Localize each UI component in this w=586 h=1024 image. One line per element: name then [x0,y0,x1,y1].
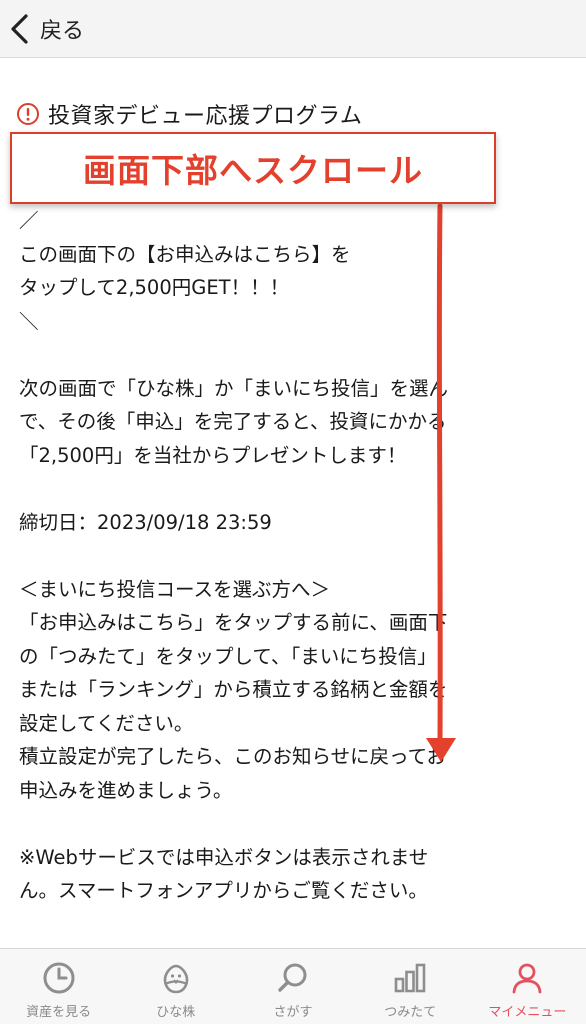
notice-line: タップして2,500円GET！！！ [19,276,290,299]
notice-line: 次の画面で「ひな株」か「まいにち投信」を選ん [19,376,449,400]
notice-line: 申込みを進めましょう。 [19,778,233,802]
notice-line: ＼ [19,309,39,333]
tab-hina[interactable]: ひな株 [117,949,234,1024]
tab-label: マイメニュー [488,1005,567,1020]
notice-line: で、その後「申込」を完了すると、投資にかかる [19,410,447,433]
chick-icon [163,964,189,994]
notice-line: 「お申込みはこちら」をタップする前に、画面下 [19,611,448,634]
notice-line: ん。スマートフォンアプリからご覧ください。 [19,879,428,902]
back-label: 戻る [40,18,85,44]
tab-label: 資産を見る [26,1005,92,1020]
notice-line: ／ [19,209,39,232]
tab-mymenu[interactable]: マイメニュー [469,949,586,1024]
notice-body: ／ この画面下の【お申込みはこちら】を タップして2,500円GET！！！ ＼ 次の画面… [19,204,569,948]
callout-text: 画面下部へスクロール [83,151,423,190]
bottom-tab-bar: 資産を見る ひな株 さがす つみたて マイメニュー [0,948,586,1024]
back-button[interactable]: 戻る [0,0,84,57]
notice-title-row: 投資家デビュー応援プログラム [16,98,362,130]
notice-line: この画面下の【お申込みはこちら】を [19,242,351,266]
chevron-left-icon [11,13,28,44]
clock-chart-icon [43,962,75,994]
tab-label: さがす [273,1005,313,1020]
tab-assets[interactable]: 資産を見る [0,949,117,1024]
notice-line: 設定してください。 [19,711,194,735]
notice-line: 「2,500円」を当社からプレゼントします！ [19,443,407,467]
top-navigation-bar: 戻る [0,0,586,58]
notice-line: ※Webサービスでは申込ボタンは表示されませ [19,845,429,869]
notice-line: の「つみたて」をタップして、「まいにち投信」 [19,644,437,668]
notice-line: ＜まいにち投信コースを選ぶ方へ＞ [19,577,331,601]
notice-title: 投資家デビュー応援プログラム [48,104,363,129]
tab-search[interactable]: さがす [234,949,351,1024]
search-icon [278,963,307,992]
tab-label: ひな株 [156,1005,196,1020]
notice-line: または「ランキング」から積立する銘柄と金額を [19,678,448,701]
bar-chart-icon [394,963,426,993]
tab-label: つみたて [384,1005,437,1020]
tab-tsumitate[interactable]: つみたて [352,949,469,1024]
notice-line: 積立設定が完了したら、このお知らせに戻ってお [19,745,447,768]
notice-line: 締切日：2023/09/18 23:59 [19,510,272,534]
exclamation-circle-icon [17,103,39,125]
person-icon [513,963,542,994]
scroll-instruction-callout: 画面下部へスクロール [10,132,496,204]
